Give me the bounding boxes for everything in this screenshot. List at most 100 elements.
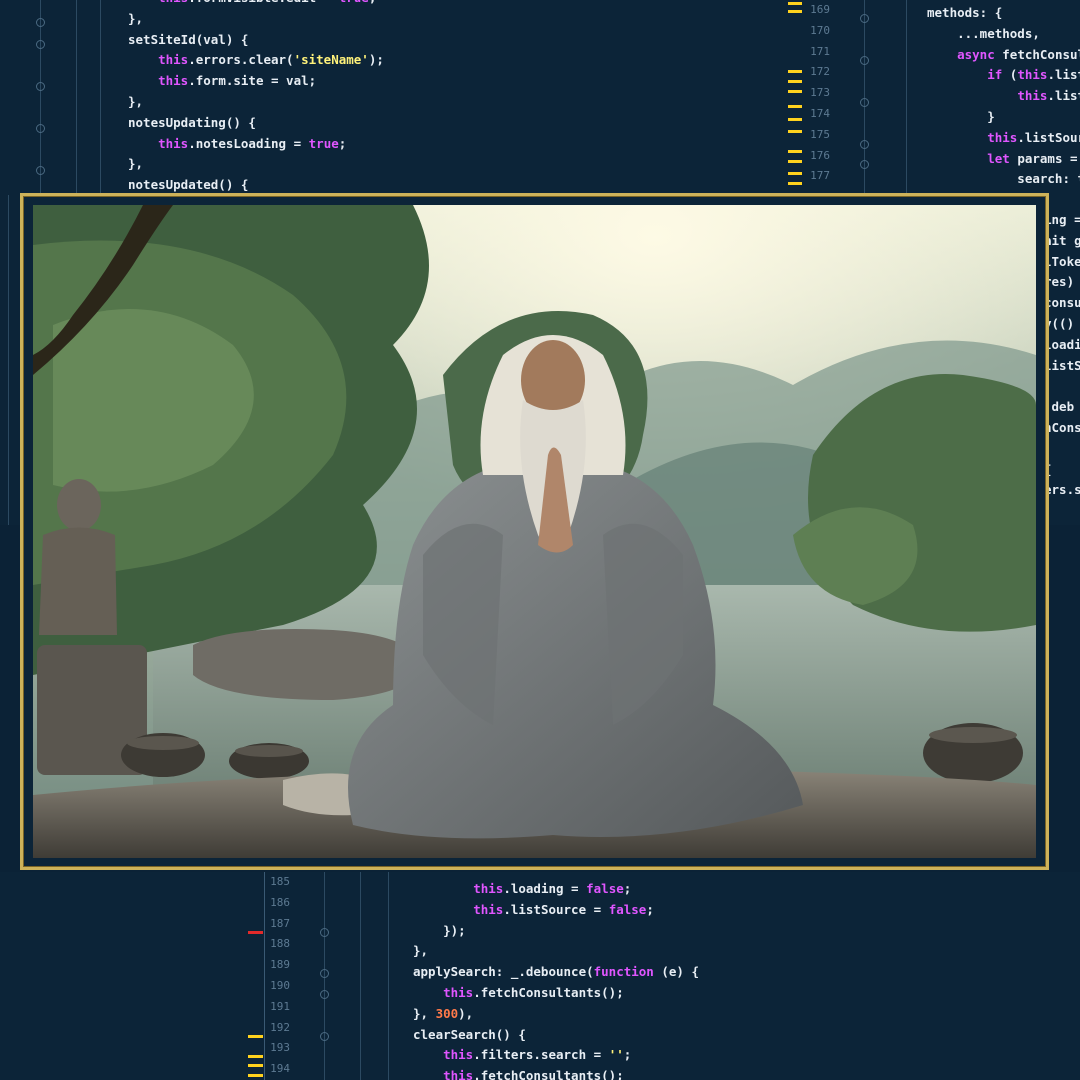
- code-token: 'siteName': [293, 52, 369, 68]
- code-token: ;: [338, 135, 347, 151]
- code-text[interactable]: this.formVisible.edit = true;},setSiteId…: [128, 0, 384, 195]
- code-token: .fetchConsultants();: [473, 1068, 624, 1080]
- code-line[interactable]: if (this.listS: [927, 65, 1080, 86]
- fold-toggle-icon[interactable]: [320, 1032, 329, 1041]
- indent-guide: [360, 872, 361, 1080]
- code-token: });: [413, 922, 466, 938]
- code-token: ;: [369, 0, 377, 5]
- code-line[interactable]: listS: [1044, 356, 1080, 377]
- code-line[interactable]: ait g: [1044, 231, 1080, 252]
- code-line[interactable]: search: th: [927, 169, 1080, 190]
- code-line[interactable]: },: [128, 92, 384, 113]
- fold-toggle-icon[interactable]: [36, 18, 45, 27]
- fold-toggle-icon[interactable]: [36, 124, 45, 133]
- code-line[interactable]: loadi: [1044, 335, 1080, 356]
- code-text[interactable]: methods: { ...methods, async fetchConsul…: [927, 3, 1080, 190]
- code-token: true: [308, 135, 339, 151]
- code-token: .fetchConsultants();: [473, 984, 624, 1000]
- code-line[interactable]: let params = {: [927, 149, 1080, 170]
- code-line[interactable]: this.listSourc: [927, 128, 1080, 149]
- code-token: notesUpdating() {: [128, 114, 256, 130]
- change-marker: [788, 90, 802, 93]
- fold-toggle-icon[interactable]: [860, 160, 869, 169]
- code-token: },: [413, 943, 429, 959]
- code-line[interactable]: ing =: [1044, 210, 1080, 231]
- fold-toggle-icon[interactable]: [320, 990, 329, 999]
- code-line[interactable]: });: [413, 921, 699, 942]
- code-line[interactable]: [1044, 376, 1080, 397]
- code-line[interactable]: .deb: [1044, 397, 1080, 418]
- code-token: .loading =: [503, 881, 587, 896]
- fold-toggle-icon[interactable]: [860, 140, 869, 149]
- code-line[interactable]: res): [1044, 272, 1080, 293]
- change-marker: [788, 118, 802, 121]
- code-token: this: [158, 52, 189, 68]
- code-line[interactable]: },: [128, 154, 384, 175]
- code-line[interactable]: },: [128, 9, 384, 30]
- code-token: this: [443, 984, 474, 1000]
- code-line[interactable]: setSiteId(val) {: [128, 30, 384, 51]
- fold-toggle-icon[interactable]: [860, 56, 869, 65]
- code-line[interactable]: notesUpdating() {: [128, 113, 384, 134]
- code-line[interactable]: consu: [1044, 293, 1080, 314]
- change-marker: [788, 150, 802, 153]
- code-token: notesUpdated() {: [128, 177, 249, 193]
- code-line[interactable]: applySearch: _.debounce(function (e) {: [413, 962, 699, 983]
- line-number: 190: [270, 978, 290, 992]
- change-marker: [788, 160, 802, 163]
- fold-toggle-icon[interactable]: [36, 40, 45, 49]
- line-number: 186: [270, 895, 290, 909]
- code-line[interactable]: this.notesLoading = true;: [128, 134, 384, 155]
- code-text[interactable]: ing = ait g lToke res) consu y(() loadi listS .d…: [1044, 210, 1080, 501]
- code-line[interactable]: this.listS: [927, 86, 1080, 107]
- code-line[interactable]: this.formVisible.edit = true;: [128, 0, 384, 9]
- fold-toggle-icon[interactable]: [36, 82, 45, 91]
- code-line[interactable]: this.form.site = val;: [128, 71, 384, 92]
- fold-toggle-icon[interactable]: [320, 969, 329, 978]
- fold-toggle-icon[interactable]: [320, 928, 329, 937]
- fold-toggle-icon[interactable]: [860, 14, 869, 23]
- code-editor-top-right[interactable]: 169 170 171 172 173 174 175 176 177 methods: { .…: [790, 0, 1080, 195]
- code-token: ...methods,: [927, 25, 1040, 41]
- fold-toggle-icon[interactable]: [860, 98, 869, 107]
- code-line[interactable]: methods: {: [927, 3, 1080, 24]
- code-line[interactable]: {: [1044, 460, 1080, 481]
- code-line[interactable]: [1044, 439, 1080, 460]
- code-line[interactable]: this.fetchConsultants();: [413, 983, 699, 1004]
- code-line[interactable]: this.fetchConsultants();: [413, 1066, 699, 1080]
- change-marker: [788, 10, 802, 13]
- code-line[interactable]: nConsu: [1044, 418, 1080, 439]
- code-line[interactable]: }, 300),: [413, 1004, 699, 1025]
- code-line[interactable]: this.errors.clear('siteName');: [128, 50, 384, 71]
- code-token: },: [128, 156, 144, 172]
- code-token: .notesLoading =: [188, 135, 309, 151]
- fold-toggle-icon[interactable]: [36, 166, 45, 175]
- code-line[interactable]: ...methods,: [927, 24, 1080, 45]
- code-editor-top-left[interactable]: this.formVisible.edit = true;},setSiteId…: [0, 0, 790, 195]
- line-number-gutter: 185 186 187 188 189 190 191 192 193 194: [262, 872, 290, 1080]
- code-line[interactable]: ers.s: [1044, 480, 1080, 501]
- code-editor-bottom[interactable]: 185 186 187 188 189 190 191 192 193 194 this.load…: [0, 872, 1080, 1080]
- code-line[interactable]: this.filters.search = '';: [413, 1045, 699, 1066]
- code-text[interactable]: this.loading = false; this.listSource = …: [413, 879, 699, 1080]
- code-line[interactable]: },: [413, 941, 699, 962]
- code-token: false: [586, 881, 624, 896]
- photo-frame: [20, 193, 1049, 870]
- code-line[interactable]: this.listSource = false;: [413, 900, 699, 921]
- code-line[interactable]: y((): [1044, 314, 1080, 335]
- code-line[interactable]: this.loading = false;: [413, 879, 699, 900]
- code-line[interactable]: lToke: [1044, 252, 1080, 273]
- code-line[interactable]: async fetchConsult: [927, 45, 1080, 66]
- change-marker: [788, 105, 802, 108]
- line-number: 193: [270, 1041, 290, 1055]
- code-line[interactable]: clearSearch() {: [413, 1025, 699, 1046]
- change-marker: [248, 1074, 263, 1077]
- error-marker: [248, 931, 263, 934]
- code-line[interactable]: }: [927, 107, 1080, 128]
